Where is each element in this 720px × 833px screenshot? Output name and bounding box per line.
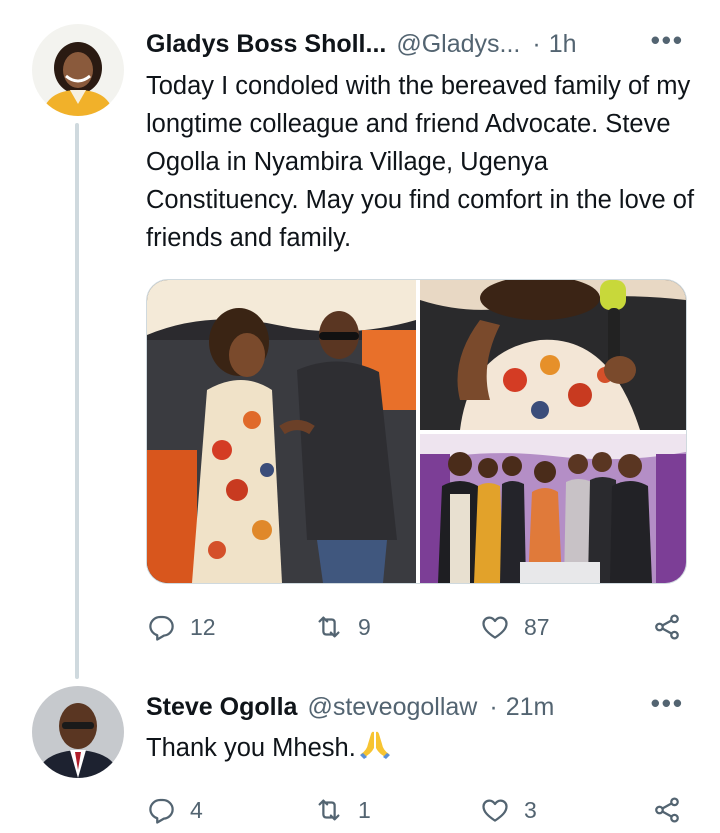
- woman-with-microphone-photo[interactable]: [420, 280, 686, 430]
- retweet-icon: [318, 799, 340, 821]
- retweet-icon: [318, 616, 340, 638]
- author-avatar[interactable]: [32, 24, 124, 116]
- separator-dot: ·: [532, 29, 541, 58]
- replier-handle[interactable]: @steveogollaw: [307, 693, 477, 722]
- replier-avatar[interactable]: [32, 686, 124, 778]
- more-options-icon[interactable]: •••: [651, 688, 684, 719]
- like-button[interactable]: 87: [480, 607, 550, 647]
- avatar-image: [32, 24, 124, 116]
- replier-name[interactable]: Steve Ogolla: [146, 693, 297, 722]
- retweet-count: 1: [358, 796, 371, 823]
- retweet-button[interactable]: 1: [314, 790, 371, 830]
- author-name[interactable]: Gladys Boss Sholl...: [146, 30, 386, 59]
- like-button[interactable]: 3: [480, 790, 537, 830]
- reply-count: 12: [190, 613, 216, 640]
- folded-hands-emoji: [359, 730, 391, 771]
- reply-text-content: Thank you Mhesh.: [146, 734, 356, 762]
- tweet-media-grid: [146, 279, 687, 584]
- share-button[interactable]: [652, 790, 682, 830]
- reply-icon: [149, 798, 174, 824]
- tweet-text: Today I condoled with the bereaved famil…: [146, 72, 695, 252]
- reply-tweet-text: Thank you Mhesh.: [146, 729, 702, 771]
- share-icon: [655, 797, 679, 823]
- retweet-button[interactable]: 9: [314, 607, 371, 647]
- avatar-image: [32, 686, 124, 778]
- group-photo[interactable]: [420, 434, 686, 583]
- share-icon: [655, 614, 679, 640]
- reply-tweet-header: Steve Ogolla @steveogollaw · 21m •••: [146, 688, 684, 724]
- reply-tweet-actions-bar: 4 1 3: [146, 790, 691, 830]
- separator-dot: ·: [489, 692, 498, 721]
- reply-timestamp[interactable]: 21m: [506, 693, 555, 722]
- reply-button[interactable]: 12: [146, 607, 216, 647]
- share-button[interactable]: [652, 607, 682, 647]
- reply-count: 4: [190, 796, 203, 823]
- reply-icon: [149, 615, 174, 641]
- heart-icon: [482, 799, 508, 822]
- woman-and-man-conversing-photo[interactable]: [147, 280, 416, 583]
- heart-icon: [482, 616, 508, 639]
- reply-button[interactable]: 4: [146, 790, 203, 830]
- retweet-count: 9: [358, 613, 371, 640]
- thread-connector-line: [75, 123, 79, 679]
- more-options-icon[interactable]: •••: [651, 25, 684, 56]
- like-count: 3: [524, 796, 537, 823]
- author-handle[interactable]: @Gladys...: [396, 30, 520, 59]
- tweet-header: Gladys Boss Sholl... @Gladys... · 1h •••: [146, 25, 684, 61]
- like-count: 87: [524, 613, 550, 640]
- tweet-actions-bar: 12 9 87: [146, 607, 691, 647]
- tweet-timestamp[interactable]: 1h: [549, 30, 577, 59]
